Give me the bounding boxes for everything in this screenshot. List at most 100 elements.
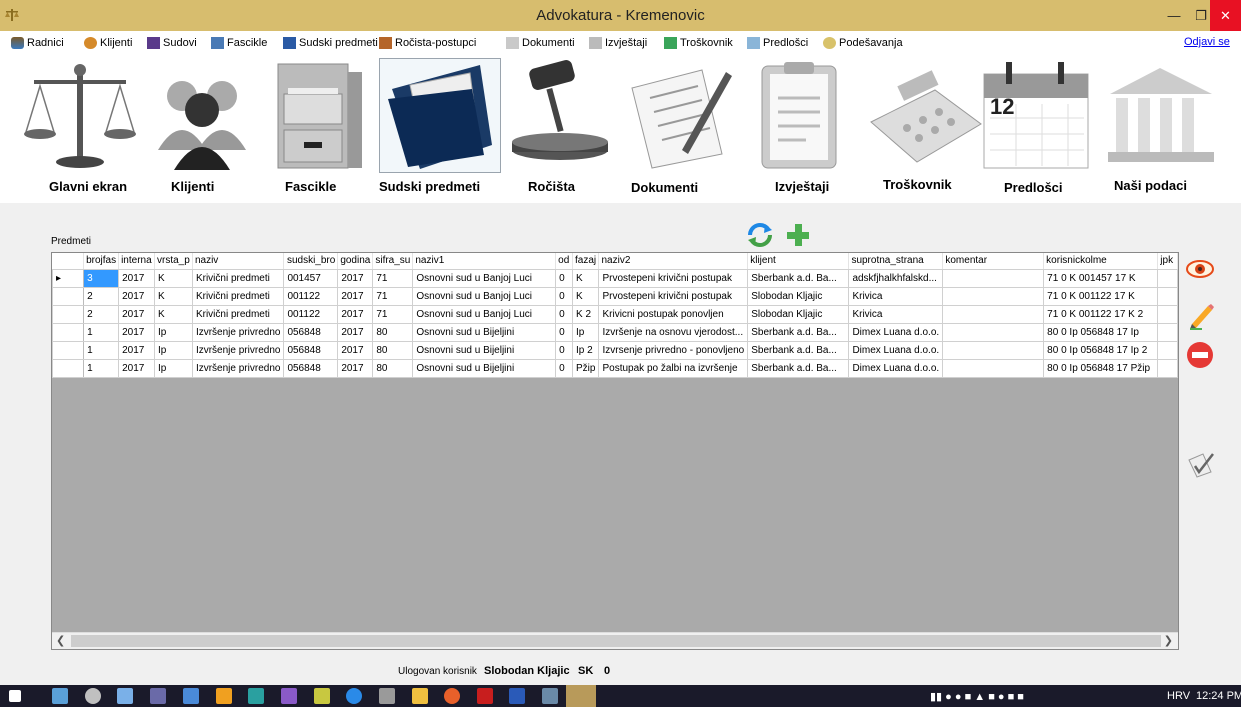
col-header-suprotna-strana[interactable]: suprotna_strana — [848, 253, 944, 270]
table-cell[interactable]: Ip 2 — [572, 340, 600, 360]
nav-label-costs[interactable]: Troškovnik — [883, 177, 952, 192]
col-header-naziv2[interactable]: naziv2 — [598, 253, 749, 270]
table-cell[interactable]: Osnovni sud u Banjoj Luci — [412, 286, 557, 306]
table-cell[interactable]: Izvrsenje privredno - ponovljeno — [598, 340, 749, 360]
col-header-naziv1[interactable]: naziv1 — [412, 253, 557, 270]
col-header-naziv[interactable]: naziv — [192, 253, 285, 270]
menu-radnici[interactable]: Radnici — [11, 35, 64, 51]
table-cell[interactable]: Sberbank a.d. Ba... — [747, 322, 850, 342]
table-cell[interactable]: 0 — [555, 358, 574, 378]
table-cell[interactable]: 0 — [555, 286, 574, 306]
table-cell[interactable]: Krivica — [848, 286, 944, 306]
col-header-brojfas[interactable]: brojfas — [83, 253, 120, 270]
taskbar-app-5-icon[interactable] — [183, 688, 199, 704]
table-cell[interactable]: K 2 — [572, 304, 600, 324]
table-cell[interactable]: 1 — [83, 340, 120, 360]
table-cell[interactable]: Dimex Luana d.o.o. — [848, 322, 944, 342]
nav-tile-templates[interactable]: 12 — [980, 58, 1102, 173]
table-cell[interactable]: Slobodan Kljajic — [747, 286, 850, 306]
table-cell[interactable]: 2017 — [337, 340, 374, 360]
table-row[interactable]: 1 2017 Ip Izvršenje privredno 056848 2017 80 Os… — [52, 322, 1178, 342]
menu-izvjestaji[interactable]: Izvještaji — [589, 35, 647, 51]
nav-label-folders[interactable]: Fascikle — [285, 179, 336, 194]
table-cell[interactable]: Krivicni postupak ponovljen — [598, 304, 749, 324]
nav-label-clients[interactable]: Klijenti — [171, 179, 214, 194]
taskbar-acrobat-icon[interactable] — [477, 688, 493, 704]
table-cell[interactable]: 001122 — [283, 304, 339, 324]
nav-tile-our-info[interactable] — [1100, 58, 1222, 173]
table-cell[interactable]: K — [154, 268, 193, 288]
table-cell[interactable] — [1157, 358, 1178, 378]
table-cell[interactable]: Ip — [154, 322, 193, 342]
table-cell[interactable]: 0 — [555, 268, 574, 288]
table-row[interactable]: 1 2017 Ip Izvršenje privredno 056848 2017 80 Os… — [52, 358, 1178, 378]
table-cell[interactable]: Ip — [572, 322, 600, 342]
taskbar-advokatura-icon[interactable] — [566, 685, 596, 707]
nav-tile-main-screen[interactable] — [20, 58, 142, 173]
nav-tile-reports[interactable] — [744, 58, 866, 173]
table-cell[interactable]: 3 — [83, 268, 120, 288]
table-cell[interactable]: Prvostepeni krivični postupak — [598, 286, 749, 306]
table-cell[interactable]: 056848 — [283, 340, 339, 360]
taskbar-app-11-icon[interactable] — [379, 688, 395, 704]
menu-dokumenti[interactable]: Dokumenti — [506, 35, 575, 51]
table-cell[interactable]: Sberbank a.d. Ba... — [747, 340, 850, 360]
table-row[interactable]: 2 2017 K Krivični predmeti 001122 2017 71 Osnov… — [52, 286, 1178, 306]
close-button[interactable]: ✕ — [1210, 0, 1241, 31]
row-header[interactable] — [52, 322, 85, 342]
table-cell[interactable]: Postupak po žalbi na izvršenje — [598, 358, 749, 378]
table-cell[interactable]: Krivični predmeti — [191, 286, 285, 306]
table-cell[interactable]: 2 — [83, 304, 120, 324]
table-cell[interactable]: Sberbank a.d. Ba... — [747, 358, 850, 378]
nav-label-documents[interactable]: Dokumenti — [631, 180, 698, 195]
table-cell[interactable]: 80 0 Ip 056848 17 Pžip — [1043, 358, 1159, 378]
table-cell[interactable]: 2 — [83, 286, 120, 306]
table-cell[interactable]: 056848 — [283, 358, 339, 378]
table-cell[interactable]: 71 — [372, 268, 414, 288]
table-cell[interactable]: 71 0 K 001122 17 K — [1043, 286, 1159, 306]
table-row[interactable]: 1 2017 Ip Izvršenje privredno 056848 2017 80 Os… — [52, 340, 1178, 360]
col-header-sifra-suda[interactable]: sifra_su — [372, 253, 414, 270]
row-header[interactable] — [52, 358, 85, 378]
table-cell[interactable]: 71 — [372, 304, 414, 324]
table-cell[interactable] — [942, 286, 1045, 306]
nav-tile-hearings[interactable] — [500, 58, 622, 173]
row-header[interactable]: ▸ — [52, 268, 85, 288]
table-cell[interactable]: Krivica — [848, 304, 944, 324]
table-cell[interactable] — [1157, 268, 1178, 288]
table-cell[interactable]: 80 — [372, 322, 414, 342]
table-cell[interactable]: 2017 — [118, 304, 155, 324]
col-header-vrsta[interactable]: vrsta_p — [154, 253, 193, 270]
table-cell[interactable]: Prvostepeni krivični postupak — [598, 268, 749, 288]
table-cell[interactable]: adskfjhalkhfalskd... — [848, 268, 944, 288]
edit-pencil-icon[interactable] — [1188, 302, 1214, 330]
table-cell[interactable]: 2017 — [337, 286, 374, 306]
table-cell[interactable]: 71 0 K 001122 17 K 2 — [1043, 304, 1159, 324]
taskbar-app-1-icon[interactable] — [52, 688, 68, 704]
table-row[interactable]: 2 2017 K Krivični predmeti 001122 2017 71 Osnov… — [52, 304, 1178, 324]
table-cell[interactable]: 71 0 K 001457 17 K — [1043, 268, 1159, 288]
table-cell[interactable]: 0 — [555, 322, 574, 342]
nav-tile-court-cases[interactable] — [379, 58, 501, 173]
table-cell[interactable]: Osnovni sud u Bijeljini — [412, 358, 557, 378]
horizontal-scrollbar[interactable]: ❮ ❯ — [52, 632, 1178, 649]
taskbar-app-7-icon[interactable] — [248, 688, 264, 704]
taskbar-app-8-icon[interactable] — [281, 688, 297, 704]
table-cell[interactable]: Sberbank a.d. Ba... — [747, 268, 850, 288]
taskbar-app-6-icon[interactable] — [216, 688, 232, 704]
row-header[interactable] — [52, 286, 85, 306]
table-cell[interactable]: 80 0 Ip 056848 17 Ip 2 — [1043, 340, 1159, 360]
start-windows-icon[interactable] — [9, 690, 21, 702]
table-cell[interactable]: 80 — [372, 340, 414, 360]
nav-tile-clients[interactable] — [142, 58, 264, 173]
scrollbar-thumb[interactable] — [71, 635, 1161, 647]
table-cell[interactable]: 2017 — [337, 304, 374, 324]
table-cell[interactable] — [942, 268, 1045, 288]
table-cell[interactable] — [1157, 286, 1178, 306]
nav-label-templates[interactable]: Predlošci — [1004, 180, 1063, 195]
table-cell[interactable]: Pžip — [572, 358, 600, 378]
table-cell[interactable] — [1157, 304, 1178, 324]
col-header-interna[interactable]: interna — [118, 253, 155, 270]
taskbar-app-9-icon[interactable] — [314, 688, 330, 704]
col-header-komentar[interactable]: komentar — [942, 253, 1045, 270]
